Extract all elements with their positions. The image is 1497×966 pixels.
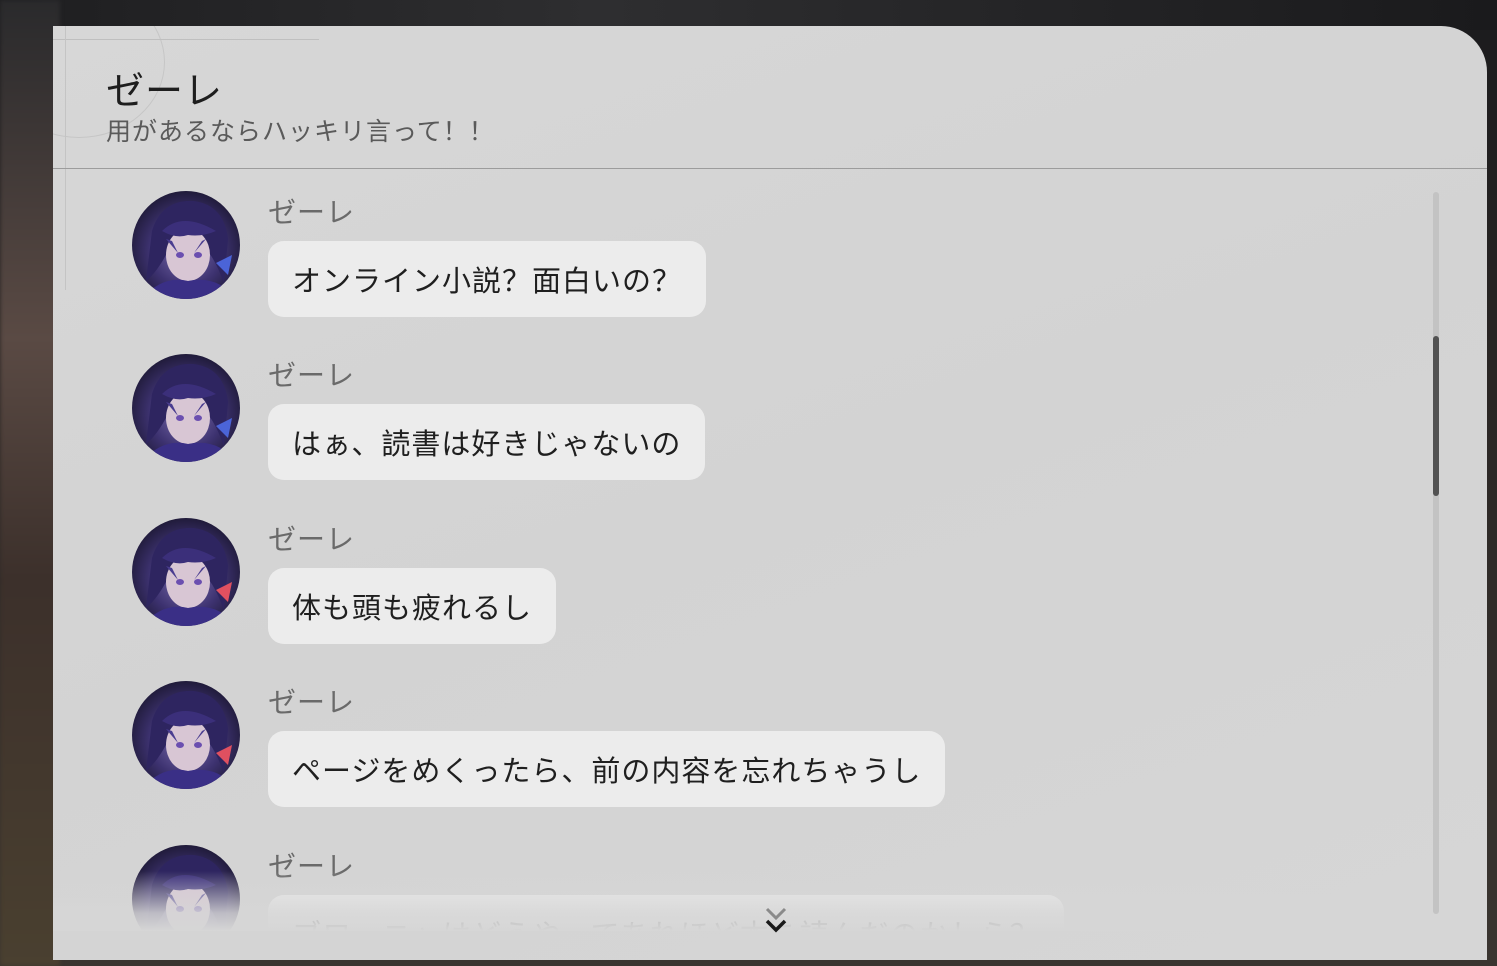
message-item: ゼーレ ページをめくったら、前の内容を忘れちゃうし [132, 659, 1232, 809]
message-item: ゼーレ ブローニャはどうやってあれほど本を読んだのかしら？ [132, 823, 1232, 931]
avatar[interactable] [132, 681, 240, 789]
background-left [0, 0, 60, 966]
avatar-portrait-icon [142, 200, 236, 299]
avatar-portrait-icon [142, 363, 236, 462]
message-bubble: ブローニャはどうやってあれほど本を読んだのかしら？ [268, 895, 1064, 931]
double-chevron-down-icon [765, 907, 787, 933]
avatar[interactable] [132, 354, 240, 462]
chat-panel: ゼーレ 用があるならハッキリ言って！！ ゼーレ オンライン小説？面白いの？ ゼー… [53, 26, 1487, 960]
sender-name: ゼーレ [268, 686, 356, 719]
message-bubble: ページをめくったら、前の内容を忘れちゃうし [268, 731, 946, 807]
message-bubble: 体も頭も疲れるし [268, 568, 557, 644]
avatar[interactable] [132, 518, 240, 626]
message-bubble: オンライン小説？面白いの？ [268, 241, 707, 317]
sender-name: ゼーレ [268, 850, 356, 883]
scroll-more-button[interactable] [758, 902, 794, 942]
sender-name: ゼーレ [268, 359, 356, 392]
message-item: ゼーレ オンライン小説？面白いの？ [132, 169, 1232, 319]
scrollbar-thumb[interactable] [1433, 336, 1439, 496]
contact-signature: 用があるならハッキリ言って！！ [106, 117, 495, 146]
avatar[interactable] [132, 845, 240, 931]
avatar[interactable] [132, 191, 240, 299]
sender-name: ゼーレ [268, 196, 356, 229]
avatar-portrait-icon [142, 527, 236, 626]
message-list[interactable]: ゼーレ オンライン小説？面白いの？ ゼーレ はぁ、読書は好きじゃないの ゼーレ … [53, 169, 1487, 931]
scrollbar-track[interactable] [1433, 192, 1439, 914]
avatar-portrait-icon [146, 854, 228, 931]
message-bubble: はぁ、読書は好きじゃないの [268, 404, 706, 480]
decorative-line [53, 39, 319, 40]
message-item: ゼーレ はぁ、読書は好きじゃないの [132, 332, 1232, 482]
sender-name: ゼーレ [268, 523, 356, 556]
message-item: ゼーレ 体も頭も疲れるし [132, 496, 1232, 646]
contact-name: ゼーレ [106, 69, 224, 113]
avatar-portrait-icon [142, 690, 236, 789]
